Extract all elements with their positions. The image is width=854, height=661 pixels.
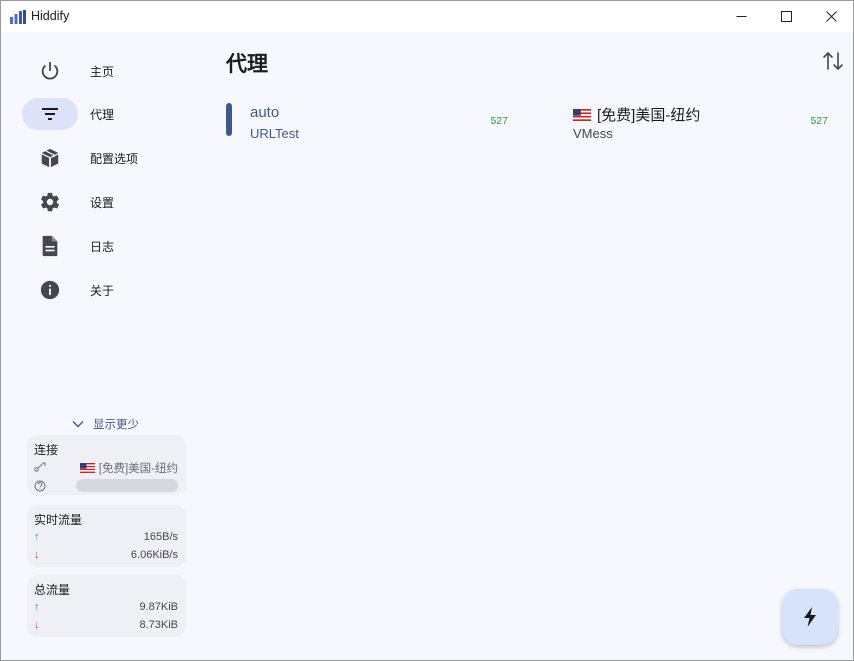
sidebar-item-icon-wrap <box>22 55 78 87</box>
filter-icon <box>42 108 58 120</box>
package-icon <box>41 148 59 168</box>
app-title: Hiddify <box>31 9 70 23</box>
download-arrow-icon: ↓ <box>34 549 40 561</box>
proxy-item-us-newyork[interactable]: [免费]美国-纽约 VMess 527 <box>573 101 835 145</box>
sidebar-item-icon-wrap <box>22 230 78 262</box>
proxy-type: URLTest <box>250 126 299 141</box>
connection-proxy-name: [免费]美国-纽约 <box>98 463 178 475</box>
sidebar-item-label: 主页 <box>90 64 115 79</box>
total-download-row: ↓ 8.73KiB <box>34 618 179 634</box>
proxy-item-auto[interactable]: auto URLTest 527 <box>226 101 516 145</box>
sidebar-item-label: 配置选项 <box>90 151 139 166</box>
quick-connect-button[interactable] <box>782 589 838 645</box>
total-download-value: 8.73KiB <box>139 619 178 631</box>
sidebar-item-icon-wrap <box>22 142 78 174</box>
connection-title: 连接 <box>34 443 59 457</box>
document-icon <box>42 235 58 257</box>
realtime-download-value: 6.06KiB/s <box>130 549 178 561</box>
proxy-type: VMess <box>573 126 613 141</box>
realtime-upload-row: ↑ 165B/s <box>34 530 179 546</box>
power-icon <box>41 61 59 80</box>
page-title: 代理 <box>226 53 268 76</box>
app-logo-icon <box>10 10 26 24</box>
us-flag-icon <box>79 463 95 473</box>
sidebar-item-icon-wrap <box>22 98 78 130</box>
sidebar-item-label: 设置 <box>90 195 115 210</box>
proxy-delay: 527 <box>490 115 508 127</box>
sidebar-item-home[interactable]: 主页 <box>22 55 182 87</box>
info-icon <box>40 280 60 300</box>
total-traffic-title: 总流量 <box>34 583 71 597</box>
sidebar-item-label: 日志 <box>90 239 115 254</box>
title-bar: Hiddify <box>1 1 853 32</box>
lightning-bolt-icon <box>804 607 816 627</box>
realtime-traffic-title: 实时流量 <box>34 513 83 527</box>
connection-ping-row <box>34 477 179 493</box>
sidebar-item-label: 关于 <box>90 283 115 298</box>
total-upload-row: ↑ 9.87KiB <box>34 600 179 616</box>
sidebar-item-icon-wrap <box>22 274 78 306</box>
show-less-label: 显示更少 <box>93 419 139 431</box>
sidebar: 主页 代理 配置选项 设置 日志 关于 显示更少 连接 [免费]美国-纽约 实时… <box>1 32 201 660</box>
link-icon <box>34 462 46 472</box>
help-circle-icon <box>34 480 46 492</box>
sidebar-item-about[interactable]: 关于 <box>22 274 182 306</box>
close-button[interactable] <box>808 1 853 32</box>
close-icon <box>825 11 837 22</box>
sidebar-item-label: 代理 <box>90 107 115 122</box>
upload-arrow-icon: ↑ <box>34 601 40 613</box>
connection-proxy-row[interactable]: [免费]美国-纽约 <box>34 459 179 475</box>
connection-card: 连接 [免费]美国-纽约 <box>27 435 186 495</box>
chevron-down-icon <box>72 421 84 428</box>
ping-loading-bar <box>76 479 178 492</box>
app-window: Hiddify 主页 代理 配置选项 设置 日志 关于 显示更少 连接 [免费]… <box>0 0 854 661</box>
total-upload-value: 9.87KiB <box>139 601 178 613</box>
sort-button[interactable] <box>821 50 845 72</box>
connection-proxy-name-wrap: [免费]美国-纽约 <box>79 460 178 476</box>
sidebar-item-settings[interactable]: 设置 <box>22 186 182 218</box>
minimize-icon <box>736 16 746 17</box>
show-less-toggle[interactable]: 显示更少 <box>72 416 139 432</box>
sidebar-item-icon-wrap <box>22 186 78 218</box>
sidebar-item-profiles[interactable]: 配置选项 <box>22 142 182 174</box>
download-arrow-icon: ↓ <box>34 619 40 631</box>
proxy-name: auto <box>250 104 280 121</box>
realtime-download-row: ↓ 6.06KiB/s <box>34 548 179 564</box>
us-flag-icon <box>573 108 591 121</box>
gear-icon <box>41 192 59 212</box>
upload-arrow-icon: ↑ <box>34 531 40 543</box>
sidebar-item-logs[interactable]: 日志 <box>22 230 182 262</box>
proxy-name: [免费]美国-纽约 <box>597 107 701 124</box>
minimize-button[interactable] <box>718 1 764 32</box>
selected-indicator <box>226 103 232 136</box>
proxy-delay: 527 <box>810 115 828 127</box>
realtime-traffic-card: 实时流量 ↑ 165B/s ↓ 6.06KiB/s <box>27 505 186 567</box>
maximize-button[interactable] <box>763 1 809 32</box>
proxy-name-wrap: [免费]美国-纽约 <box>573 104 700 125</box>
sort-arrows-icon <box>823 51 843 71</box>
realtime-upload-value: 165B/s <box>143 531 178 543</box>
maximize-icon <box>780 11 792 22</box>
sidebar-item-proxies[interactable]: 代理 <box>22 98 182 130</box>
total-traffic-card: 总流量 ↑ 9.87KiB ↓ 8.73KiB <box>27 575 186 637</box>
